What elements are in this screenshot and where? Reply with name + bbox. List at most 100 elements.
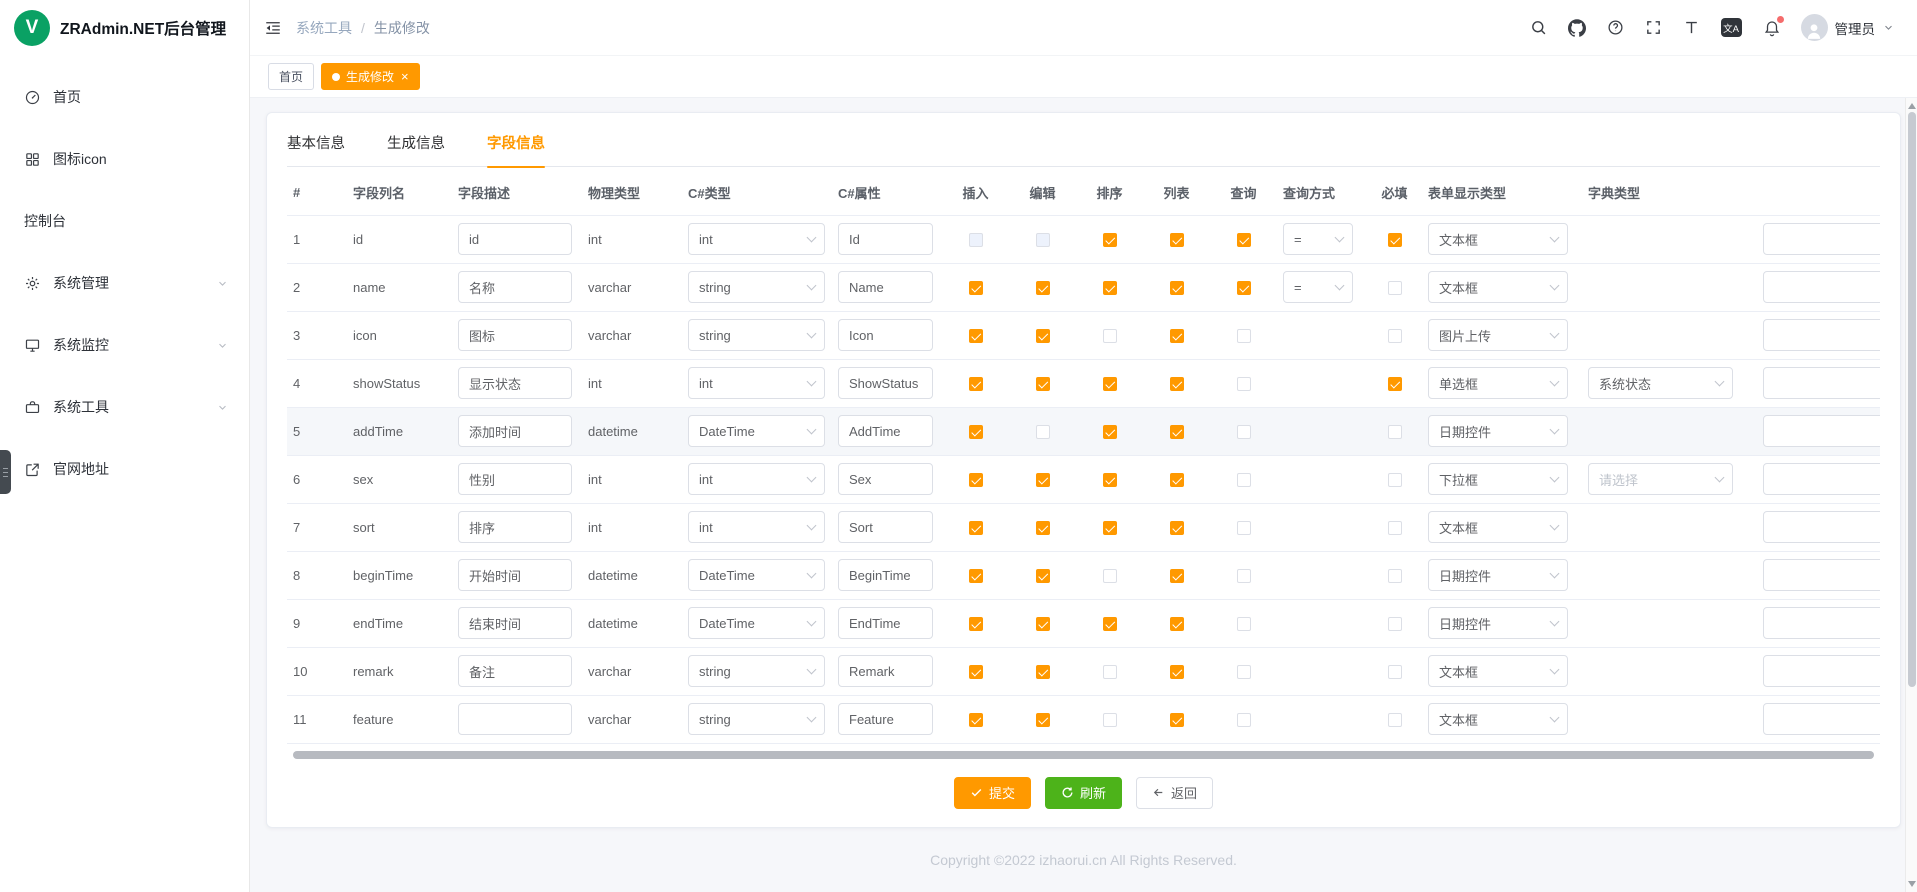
cs-type-select[interactable]: DateTime xyxy=(688,559,825,591)
query-checkbox[interactable] xyxy=(1237,665,1251,679)
html-type-select[interactable]: 文本框 xyxy=(1428,223,1568,255)
bell-icon[interactable] xyxy=(1763,19,1781,37)
query-checkbox[interactable] xyxy=(1237,521,1251,535)
sort-checkbox[interactable] xyxy=(1103,425,1117,439)
html-type-select[interactable]: 下拉框 xyxy=(1428,463,1568,495)
cs-attr-input[interactable] xyxy=(838,223,933,255)
cs-attr-input[interactable] xyxy=(838,703,933,735)
fullscreen-icon[interactable] xyxy=(1645,19,1662,36)
language-icon[interactable]: 文A xyxy=(1721,18,1742,37)
required-checkbox[interactable] xyxy=(1388,425,1402,439)
breadcrumb-item-system-tools[interactable]: 系统工具 xyxy=(296,18,352,38)
close-tab-icon[interactable]: × xyxy=(401,70,409,83)
scrollbar-thumb[interactable] xyxy=(1908,112,1916,687)
required-checkbox[interactable] xyxy=(1388,233,1402,247)
edit-checkbox[interactable] xyxy=(1036,713,1050,727)
insert-checkbox[interactable] xyxy=(969,329,983,343)
edit-checkbox[interactable] xyxy=(1036,377,1050,391)
insert-checkbox[interactable] xyxy=(969,617,983,631)
list-checkbox[interactable] xyxy=(1170,377,1184,391)
submit-button[interactable]: 提交 xyxy=(954,777,1031,809)
html-type-select[interactable]: 文本框 xyxy=(1428,271,1568,303)
query-checkbox[interactable] xyxy=(1237,569,1251,583)
cs-type-select[interactable]: DateTime xyxy=(688,607,825,639)
list-checkbox[interactable] xyxy=(1170,329,1184,343)
insert-checkbox[interactable] xyxy=(969,281,983,295)
edit-checkbox[interactable] xyxy=(1036,473,1050,487)
edit-checkbox[interactable] xyxy=(1036,281,1050,295)
cs-attr-input[interactable] xyxy=(838,655,933,687)
html-type-select[interactable]: 单选框 xyxy=(1428,367,1568,399)
dict-type-select[interactable]: 系统状态 xyxy=(1588,367,1733,399)
list-checkbox[interactable] xyxy=(1170,665,1184,679)
theme-drawer-handle[interactable] xyxy=(0,450,11,494)
cs-type-select[interactable]: string xyxy=(688,319,825,351)
field-desc-input[interactable] xyxy=(458,703,572,735)
field-desc-input[interactable] xyxy=(458,271,572,303)
extra-input[interactable] xyxy=(1763,703,1880,735)
sort-checkbox[interactable] xyxy=(1103,569,1117,583)
required-checkbox[interactable] xyxy=(1388,713,1402,727)
extra-input[interactable] xyxy=(1763,559,1880,591)
html-type-select[interactable]: 文本框 xyxy=(1428,655,1568,687)
user-menu[interactable]: 管理员 xyxy=(1801,14,1896,41)
html-type-select[interactable]: 日期控件 xyxy=(1428,559,1568,591)
refresh-button[interactable]: 刷新 xyxy=(1045,777,1122,809)
query-checkbox[interactable] xyxy=(1237,713,1251,727)
field-desc-input[interactable] xyxy=(458,223,572,255)
html-type-select[interactable]: 日期控件 xyxy=(1428,607,1568,639)
insert-checkbox[interactable] xyxy=(969,713,983,727)
list-checkbox[interactable] xyxy=(1170,617,1184,631)
sidebar-item-official-site[interactable]: 官网地址 xyxy=(0,438,249,500)
scroll-up-arrow-icon[interactable] xyxy=(1908,103,1916,109)
cs-attr-input[interactable] xyxy=(838,271,933,303)
extra-input[interactable] xyxy=(1763,223,1880,255)
sort-checkbox[interactable] xyxy=(1103,617,1117,631)
cs-attr-input[interactable] xyxy=(838,559,933,591)
html-type-select[interactable]: 文本框 xyxy=(1428,703,1568,735)
edit-checkbox[interactable] xyxy=(1036,665,1050,679)
tab-generate-edit[interactable]: 生成修改 × xyxy=(321,63,420,90)
sidebar-item-home[interactable]: 首页 xyxy=(0,66,249,128)
sidebar-fold-icon[interactable] xyxy=(264,19,282,37)
list-checkbox[interactable] xyxy=(1170,281,1184,295)
field-desc-input[interactable] xyxy=(458,607,572,639)
extra-input[interactable] xyxy=(1763,415,1880,447)
insert-checkbox[interactable] xyxy=(969,665,983,679)
sidebar-item-icons[interactable]: 图标icon xyxy=(0,128,249,190)
query-type-select[interactable]: = xyxy=(1283,271,1353,303)
sort-checkbox[interactable] xyxy=(1103,377,1117,391)
github-icon[interactable] xyxy=(1568,19,1586,37)
field-desc-input[interactable] xyxy=(458,415,572,447)
cs-attr-input[interactable] xyxy=(838,463,933,495)
sort-checkbox[interactable] xyxy=(1103,473,1117,487)
insert-checkbox[interactable] xyxy=(969,521,983,535)
query-checkbox[interactable] xyxy=(1237,377,1251,391)
field-desc-input[interactable] xyxy=(458,319,572,351)
cs-attr-input[interactable] xyxy=(838,607,933,639)
required-checkbox[interactable] xyxy=(1388,377,1402,391)
insert-checkbox[interactable] xyxy=(969,377,983,391)
extra-input[interactable] xyxy=(1763,607,1880,639)
required-checkbox[interactable] xyxy=(1388,569,1402,583)
tab-field-info[interactable]: 字段信息 xyxy=(487,119,545,167)
sort-checkbox[interactable] xyxy=(1103,713,1117,727)
query-checkbox[interactable] xyxy=(1237,329,1251,343)
edit-checkbox[interactable] xyxy=(1036,569,1050,583)
cs-type-select[interactable]: int xyxy=(688,223,825,255)
sort-checkbox[interactable] xyxy=(1103,665,1117,679)
sort-checkbox[interactable] xyxy=(1103,521,1117,535)
list-checkbox[interactable] xyxy=(1170,473,1184,487)
search-icon[interactable] xyxy=(1530,19,1547,36)
html-type-select[interactable]: 日期控件 xyxy=(1428,415,1568,447)
required-checkbox[interactable] xyxy=(1388,521,1402,535)
field-desc-input[interactable] xyxy=(458,511,572,543)
cs-attr-input[interactable] xyxy=(838,415,933,447)
tab-gen-info[interactable]: 生成信息 xyxy=(387,119,445,167)
tab-home[interactable]: 首页 xyxy=(268,63,314,90)
list-checkbox[interactable] xyxy=(1170,713,1184,727)
required-checkbox[interactable] xyxy=(1388,617,1402,631)
extra-input[interactable] xyxy=(1763,319,1880,351)
query-checkbox[interactable] xyxy=(1237,473,1251,487)
extra-input[interactable] xyxy=(1763,655,1880,687)
